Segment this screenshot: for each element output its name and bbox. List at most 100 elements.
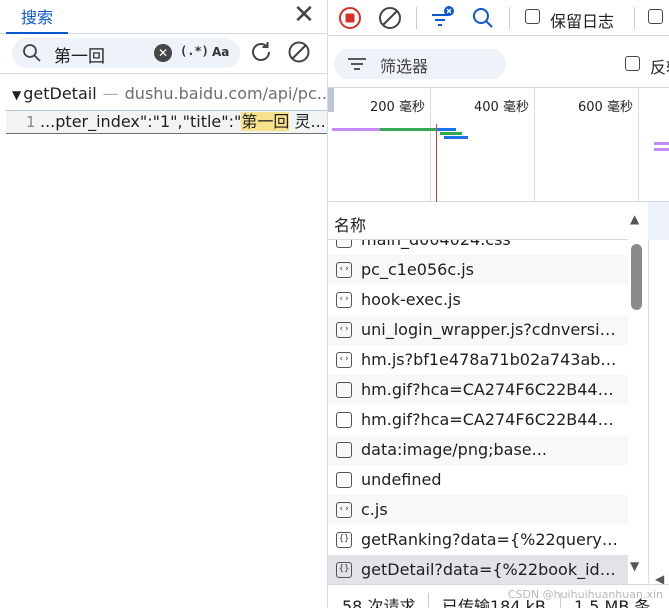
request-row[interactable]: ‹› c.js [328, 495, 628, 525]
request-row[interactable]: hm.gif?hca=CA274F6C22B44586... [328, 405, 628, 435]
invert-checkbox[interactable] [625, 56, 640, 71]
clear-input-icon[interactable]: ✕ [154, 44, 172, 62]
network-toolbar: 保留日志 [328, 0, 669, 36]
overview-bar [332, 128, 380, 131]
preserve-log-checkbox[interactable] [525, 9, 540, 24]
overview-bar [654, 148, 669, 151]
search-icon[interactable] [470, 5, 496, 31]
stylesheet-file-icon: ‹› [336, 240, 352, 248]
line-match-highlight: 第一回 [241, 112, 290, 131]
script-file-icon: ‹› [336, 502, 352, 518]
filter-funnel-icon[interactable] [429, 5, 455, 31]
toolbar-divider [509, 7, 510, 29]
request-row[interactable]: ‹› uni_login_wrapper.js?cdnversion... [328, 315, 628, 345]
line-suffix: 灵... [289, 112, 326, 131]
request-name: pc_c1e056c.js [361, 260, 474, 279]
overview-bar [444, 136, 468, 139]
tab-search[interactable]: 搜索 [6, 0, 68, 34]
script-file-icon: ‹› [336, 322, 352, 338]
search-row: 第一回 ✕ (.*) Aa [0, 34, 327, 74]
status-bar: 58 次请求 已传输184 kB 1.5 MB 条 CSDN @huihuihu… [328, 584, 669, 608]
request-name: hook-exec.js [361, 290, 461, 309]
expand-triangle-icon[interactable]: ▼ [12, 88, 21, 102]
close-icon[interactable]: ✕ [290, 2, 318, 30]
clear-log-icon[interactable] [377, 5, 403, 31]
refresh-icon[interactable] [248, 39, 274, 65]
fetch-file-icon: {} [336, 532, 352, 548]
request-row[interactable]: ‹› hm.js?bf1e478a71b02a743ab42... [328, 345, 628, 375]
request-name: getDetail?data={%22book_id%2... [361, 560, 623, 579]
request-name: data:image/png;base... [361, 440, 547, 459]
document-file-icon [336, 442, 352, 458]
column-name-label: 名称 [334, 216, 367, 235]
script-file-icon: ‹› [336, 262, 352, 278]
overview-handle[interactable] [328, 88, 334, 112]
filter-input[interactable]: 筛选器 [334, 49, 506, 79]
waterfall-column: ◀ [648, 240, 669, 586]
record-stop-icon[interactable] [337, 5, 363, 31]
search-tabbar: 搜索 ✕ [0, 0, 327, 34]
result-file-name: getDetail [23, 84, 97, 103]
request-list: ‹› main_d004024.css ‹› pc_c1e056c.js ‹› hook-… [328, 240, 628, 584]
preserve-log-label: 保留日志 [550, 12, 615, 31]
scroll-down-arrow-icon[interactable]: ▼ [630, 559, 639, 573]
status-divider [428, 593, 429, 608]
overview-tick-line [534, 88, 535, 202]
line-prefix: ...pter_index":"1","title":" [40, 112, 242, 131]
request-row[interactable]: ‹› hook-exec.js [328, 285, 628, 315]
network-panel: 保留日志 筛选器 反转 200 毫秒 400 毫秒 600 毫秒 [328, 0, 669, 608]
fetch-file-icon: {} [336, 562, 352, 578]
request-name: undefined [361, 470, 442, 489]
scrollbar-thumb[interactable] [631, 244, 642, 310]
filter-row: 筛选器 反转 [328, 36, 669, 88]
request-row[interactable]: {} getRanking?data={%22query%2... [328, 525, 628, 555]
request-name: c.js [361, 500, 388, 519]
overview-bar [380, 128, 436, 131]
timeline-overview[interactable]: 200 毫秒 400 毫秒 600 毫秒 [328, 88, 669, 202]
overview-bar [436, 128, 456, 131]
toolbar-divider [416, 7, 417, 29]
disable-cache-checkbox[interactable] [648, 9, 663, 24]
regex-toggle[interactable]: (.*) [180, 44, 209, 58]
request-row[interactable]: ‹› pc_c1e056c.js [328, 255, 628, 285]
search-icon [23, 44, 41, 62]
request-name: getRanking?data={%22query%2... [361, 530, 623, 549]
overview-bar [654, 142, 669, 145]
search-query: 第一回 [54, 47, 105, 67]
document-file-icon [336, 412, 352, 428]
search-input[interactable]: 第一回 ✕ (.*) Aa [12, 38, 240, 68]
search-result-line[interactable]: 1 ...pter_index":"1","title":"第一回 灵... [6, 110, 327, 134]
filter-placeholder: 筛选器 [380, 57, 429, 76]
clear-search-icon[interactable] [286, 39, 312, 65]
waterfall-header[interactable] [648, 202, 669, 240]
request-row[interactable]: {} getDetail?data={%22book_id%2... [328, 555, 628, 584]
request-name: uni_login_wrapper.js?cdnversion... [361, 320, 623, 339]
request-name: main_d004024.css [361, 240, 623, 249]
document-file-icon [336, 472, 352, 488]
overview-tick-label: 600 毫秒 [578, 100, 633, 115]
request-name: hm.js?bf1e478a71b02a743ab42... [361, 350, 623, 369]
request-name: hm.gif?hca=CA274F6C22B44586... [361, 380, 623, 399]
request-count: 58 次请求 [342, 597, 416, 608]
column-header-name[interactable]: 名称 [328, 202, 648, 240]
overview-tick-label: 400 毫秒 [474, 100, 529, 115]
script-file-icon: ‹› [336, 292, 352, 308]
result-file-url: dushu.baidu.com/api/pc... [124, 84, 326, 103]
watermark: CSDN @huihuihuanhuan.xin [507, 588, 663, 601]
request-row[interactable]: undefined [328, 465, 628, 495]
overview-tick-label: 200 毫秒 [370, 100, 425, 115]
script-file-icon: ‹› [336, 352, 352, 368]
scroll-up-arrow-icon[interactable]: ▲ [630, 212, 639, 226]
search-panel: 搜索 ✕ 第一回 ✕ (.*) Aa ▼ getDetail — dushu.baid… [0, 0, 328, 608]
search-result-file[interactable]: ▼ getDetail — dushu.baidu.com/api/pc... [12, 84, 326, 106]
request-row[interactable]: ‹› main_d004024.css [328, 240, 628, 255]
request-row[interactable]: hm.gif?hca=CA274F6C22B44586... [328, 375, 628, 405]
load-event-line [436, 124, 437, 202]
request-list-scrollbar[interactable]: ▲ ▼ [628, 202, 648, 584]
result-separator: — [102, 84, 119, 103]
match-case-toggle[interactable]: Aa [212, 45, 229, 59]
filter-icon [348, 58, 366, 70]
request-row[interactable]: data:image/png;base... [328, 435, 628, 465]
overview-bar [440, 132, 462, 135]
document-file-icon [336, 382, 352, 398]
